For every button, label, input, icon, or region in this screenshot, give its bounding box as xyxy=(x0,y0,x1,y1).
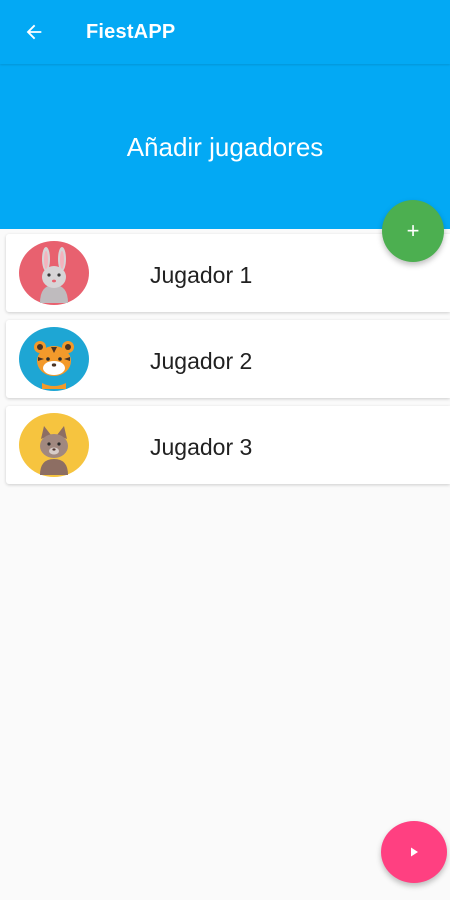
avatar xyxy=(18,327,90,391)
play-button[interactable] xyxy=(381,821,447,883)
back-button[interactable] xyxy=(14,16,54,48)
player-name: Jugador 3 xyxy=(150,434,253,460)
player-name: Jugador 2 xyxy=(150,348,253,374)
player-card[interactable]: Jugador 1 xyxy=(6,234,450,312)
arrow-back-icon xyxy=(26,24,42,40)
player-card[interactable]: Jugador 3 xyxy=(6,406,450,484)
play-icon xyxy=(411,847,418,857)
app-bar: FiestAPP xyxy=(0,0,450,64)
tiger-icon xyxy=(19,327,89,391)
player-list: Jugador 1 Jugador 2 Jugador 3 xyxy=(6,234,450,492)
avatar xyxy=(18,241,90,305)
player-card[interactable]: Jugador 2 xyxy=(6,320,450,398)
add-player-button[interactable]: + xyxy=(382,200,444,262)
avatar xyxy=(18,413,90,477)
plus-icon: + xyxy=(406,218,420,243)
cat-icon xyxy=(19,413,89,477)
rabbit-icon xyxy=(19,241,89,305)
header-banner: Añadir jugadores xyxy=(0,64,450,229)
page-title: Añadir jugadores xyxy=(126,132,324,162)
app-title: FiestAPP xyxy=(86,21,176,43)
player-name: Jugador 1 xyxy=(150,262,253,288)
